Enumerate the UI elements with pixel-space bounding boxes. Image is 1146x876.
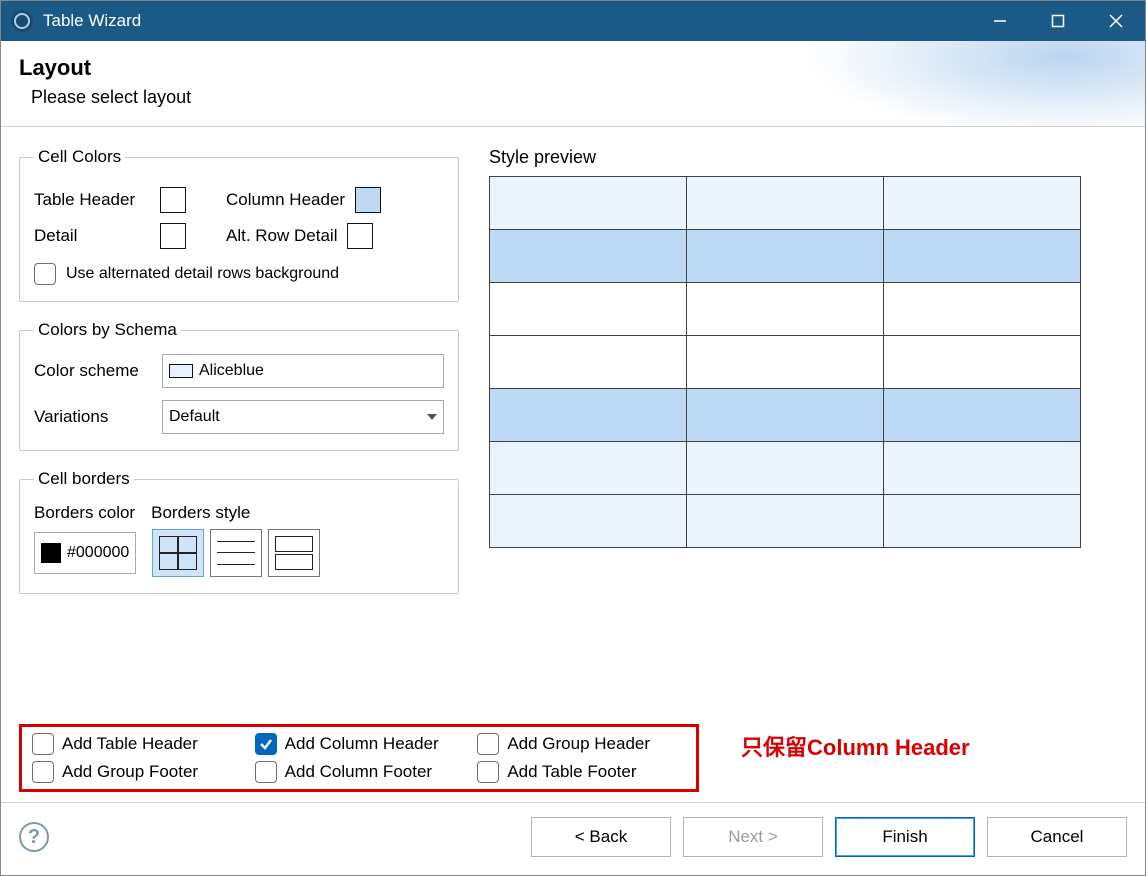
header-footer-options: Add Table Header Add Column Header Add G… <box>19 724 699 792</box>
table-header-label: Table Header <box>34 190 150 210</box>
add-column-header-checkbox[interactable] <box>255 733 277 755</box>
window-controls <box>971 1 1145 41</box>
add-group-header-checkbox[interactable] <box>477 733 499 755</box>
add-table-header-label: Add Table Header <box>62 734 198 754</box>
preview-row <box>490 495 1081 548</box>
banner: Layout Please select layout <box>1 41 1145 127</box>
color-scheme-select[interactable]: Aliceblue <box>162 354 444 388</box>
use-alt-bg-row[interactable]: Use alternated detail rows background <box>34 263 444 285</box>
use-alt-bg-label: Use alternated detail rows background <box>66 265 339 283</box>
color-scheme-label: Color scheme <box>34 361 162 381</box>
app-icon <box>11 10 33 32</box>
colors-by-schema-legend: Colors by Schema <box>34 320 181 340</box>
add-column-footer-checkbox[interactable] <box>255 761 277 783</box>
next-button[interactable]: Next > <box>683 817 823 857</box>
minimize-button[interactable] <box>971 1 1029 41</box>
style-preview-label: Style preview <box>489 147 1127 168</box>
alt-row-detail-swatch[interactable] <box>347 223 373 249</box>
add-table-footer-label: Add Table Footer <box>507 762 636 782</box>
preview-row <box>490 336 1081 389</box>
finish-button[interactable]: Finish <box>835 817 975 857</box>
add-column-footer-label: Add Column Footer <box>285 762 432 782</box>
add-column-header-label: Add Column Header <box>285 734 439 754</box>
use-alt-bg-checkbox[interactable] <box>34 263 56 285</box>
scheme-swatch-icon <box>169 364 193 378</box>
cell-colors-legend: Cell Colors <box>34 147 125 167</box>
back-button[interactable]: < Back <box>531 817 671 857</box>
borders-style-label: Borders style <box>151 503 250 523</box>
alt-row-detail-label: Alt. Row Detail <box>226 226 337 246</box>
annotation-text: 只保留Column Header <box>741 730 970 762</box>
colors-by-schema-group: Colors by Schema Color scheme Aliceblue … <box>19 320 459 451</box>
add-column-header-option[interactable]: Add Column Header <box>255 733 464 755</box>
preview-row <box>490 283 1081 336</box>
column-header-label: Column Header <box>226 190 345 210</box>
border-style-box[interactable] <box>268 529 320 577</box>
titlebar: Table Wizard <box>1 1 1145 41</box>
borders-style-picker <box>152 529 320 577</box>
add-table-footer-checkbox[interactable] <box>477 761 499 783</box>
window: Table Wizard Layout Please select layout… <box>0 0 1146 876</box>
cancel-button[interactable]: Cancel <box>987 817 1127 857</box>
add-group-header-label: Add Group Header <box>507 734 650 754</box>
close-button[interactable] <box>1087 1 1145 41</box>
color-swatch-icon <box>41 543 61 563</box>
cell-borders-group: Cell borders Borders color Borders style… <box>19 469 459 594</box>
column-header-swatch[interactable] <box>355 187 381 213</box>
variations-select[interactable]: Default <box>162 400 444 434</box>
add-table-header-option[interactable]: Add Table Header <box>32 733 241 755</box>
detail-swatch[interactable] <box>160 223 186 249</box>
add-column-footer-option[interactable]: Add Column Footer <box>255 761 464 783</box>
table-header-swatch[interactable] <box>160 187 186 213</box>
color-scheme-value: Aliceblue <box>199 362 264 380</box>
detail-label: Detail <box>34 226 150 246</box>
add-group-header-option[interactable]: Add Group Header <box>477 733 686 755</box>
variations-label: Variations <box>34 407 162 427</box>
preview-row <box>490 442 1081 495</box>
preview-row <box>490 389 1081 442</box>
preview-row <box>490 230 1081 283</box>
add-group-footer-label: Add Group Footer <box>62 762 198 782</box>
banner-sheen <box>785 41 1145 127</box>
add-group-footer-option[interactable]: Add Group Footer <box>32 761 241 783</box>
add-group-footer-checkbox[interactable] <box>32 761 54 783</box>
preview-row <box>490 177 1081 230</box>
border-style-grid[interactable] <box>152 529 204 577</box>
add-table-header-checkbox[interactable] <box>32 733 54 755</box>
content: Cell Colors Table Header Column Header D… <box>1 127 1145 724</box>
variations-value: Default <box>169 408 220 426</box>
borders-color-label: Borders color <box>34 503 135 523</box>
cell-colors-group: Cell Colors Table Header Column Header D… <box>19 147 459 302</box>
window-title: Table Wizard <box>43 11 141 31</box>
borders-color-value: #000000 <box>67 544 129 562</box>
cell-borders-legend: Cell borders <box>34 469 134 489</box>
border-style-lines[interactable] <box>210 529 262 577</box>
add-table-footer-option[interactable]: Add Table Footer <box>477 761 686 783</box>
help-icon[interactable]: ? <box>19 822 49 852</box>
maximize-button[interactable] <box>1029 1 1087 41</box>
footer: ? < Back Next > Finish Cancel <box>1 802 1145 875</box>
left-column: Cell Colors Table Header Column Header D… <box>19 147 459 724</box>
borders-color-picker[interactable]: #000000 <box>34 532 136 574</box>
chevron-down-icon <box>427 414 437 420</box>
style-preview-table <box>489 176 1081 548</box>
right-column: Style preview <box>489 147 1127 724</box>
